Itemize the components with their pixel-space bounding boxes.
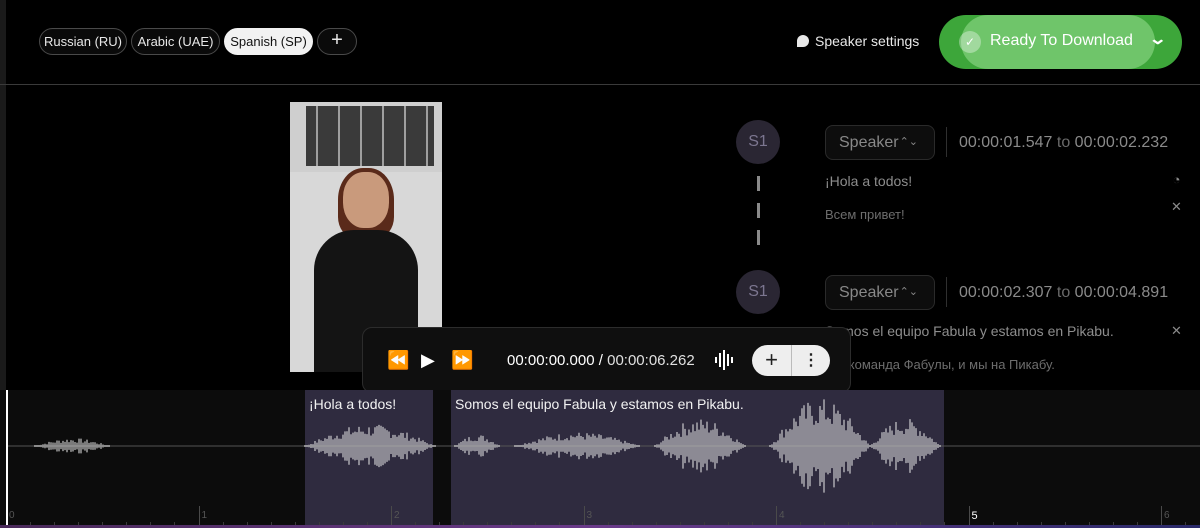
ruler-label: 1 <box>201 510 208 521</box>
more-options-button[interactable]: ⋮ <box>792 345 830 376</box>
time-to-label: to <box>1056 284 1071 301</box>
current-time: 00:00:00.000 <box>507 352 595 369</box>
ruler-label: 6 <box>1164 510 1170 521</box>
speaker-settings-button[interactable]: Speaker settings <box>797 33 919 49</box>
segment-translation[interactable]: Всем привет! <box>825 207 905 222</box>
tab-russian[interactable]: Russian (RU) <box>39 28 127 55</box>
ruler-label: 4 <box>779 510 785 521</box>
audio-waveform <box>6 399 1200 493</box>
speaker-select-label: Speaker <box>839 134 899 151</box>
segment-time-range[interactable]: 00:00:02.307 to 00:00:04.891 <box>959 284 1168 302</box>
ruler-label: 0 <box>9 510 15 521</box>
speaker-select[interactable]: Speaker ⌃⌄ <box>825 275 935 310</box>
add-segment-button[interactable]: + <box>752 345 791 376</box>
download-label: Ready To Download <box>990 32 1133 49</box>
check-icon: ✓ <box>959 31 981 53</box>
segment-speaker-marker: S1 <box>736 120 780 164</box>
time-to-label: to <box>1056 134 1071 151</box>
mic-off-icon[interactable]: ✕ <box>1169 199 1184 214</box>
add-language-button[interactable]: + <box>317 28 357 55</box>
time-separator: / <box>598 352 603 369</box>
top-bar: Russian (RU) Arabic (UAE) Spanish (SP) +… <box>0 0 1200 85</box>
ruler-label: 3 <box>586 510 593 521</box>
segment-end-time[interactable]: 00:00:02.232 <box>1075 134 1168 151</box>
segment-start-time[interactable]: 00:00:01.547 <box>959 134 1052 151</box>
segment-actions: + ⋮ <box>752 345 830 376</box>
select-arrows-icon: ⌃⌄ <box>899 286 918 298</box>
playback-time: 00:00:00.000 / 00:00:06.262 <box>507 352 695 369</box>
tab-spanish[interactable]: Spanish (SP) <box>224 28 313 55</box>
segment-text[interactable]: Somos el equipo Fabula y estamos en Pika… <box>825 323 1114 339</box>
speech-bubble-icon <box>797 35 809 47</box>
playback-controls: ⏪ ▶ ⏩ 00:00:00.000 / 00:00:06.262 + ⋮ <box>362 327 851 393</box>
play-button[interactable]: ▶ <box>421 350 435 371</box>
ruler-label: 2 <box>394 510 400 521</box>
total-duration: 00:00:06.262 <box>607 352 695 369</box>
speaker-select-label: Speaker <box>839 284 899 301</box>
divider <box>946 277 947 307</box>
segment-end-time[interactable]: 00:00:04.891 <box>1075 284 1168 301</box>
select-arrows-icon: ⌃⌄ <box>899 136 918 148</box>
ruler-label: 5 <box>971 510 978 522</box>
segment-start-time[interactable]: 00:00:02.307 <box>959 284 1052 301</box>
mic-off-icon[interactable]: ✕ <box>1169 323 1184 338</box>
segment-connector <box>757 230 760 245</box>
chevron-down-icon[interactable]: ⌄ <box>1148 29 1167 49</box>
segment-time-range[interactable]: 00:00:01.547 to 00:00:02.232 <box>959 134 1168 152</box>
rewind-button[interactable]: ⏪ <box>387 350 409 371</box>
audio-timeline[interactable]: ¡Hola a todos! Somos el equipo Fabula y … <box>0 390 1200 528</box>
divider <box>946 127 947 157</box>
download-button[interactable]: ✓ Ready To Download ⌄ <box>939 15 1182 69</box>
speaker-select[interactable]: Speaker ⌃⌄ <box>825 125 935 160</box>
tab-arabic[interactable]: Arabic (UAE) <box>131 28 220 55</box>
forward-button[interactable]: ⏩ <box>451 350 473 371</box>
video-mailboxes <box>306 106 434 166</box>
speaker-settings-label: Speaker settings <box>815 33 920 49</box>
video-face <box>343 172 389 228</box>
speed-gauge-icon[interactable]: ◔ <box>1169 172 1184 187</box>
playhead[interactable] <box>6 390 8 528</box>
segment-connector <box>757 203 760 218</box>
time-ruler: 0 1 2 3 4 5 6 <box>0 500 1200 528</box>
segment-speaker-marker: S1 <box>736 270 780 314</box>
waveform-icon[interactable] <box>714 350 734 370</box>
segment-text[interactable]: ¡Hola a todos! <box>825 173 912 189</box>
segment-translation[interactable]: Мы команда Фабулы, и мы на Пикабу. <box>825 357 1055 372</box>
segment-connector <box>757 176 760 191</box>
